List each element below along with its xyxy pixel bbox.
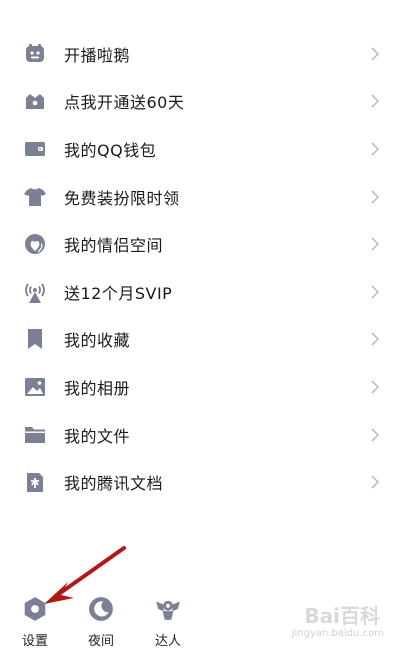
talent-label: 达人 [154, 634, 181, 649]
wallet-icon [22, 136, 48, 162]
watermark-logo: Bai百科 [304, 604, 380, 628]
chevron-right-icon [371, 428, 380, 442]
bookmark-icon [22, 326, 48, 352]
watermark-url: jingyan.baidu.com [291, 628, 384, 639]
menu-item-svip-gift[interactable]: 送12个月SVIP [0, 268, 400, 316]
chevron-right-icon [371, 94, 380, 108]
chevron-right-icon [371, 237, 380, 251]
winged-badge-icon [156, 600, 180, 620]
document-icon [22, 469, 48, 495]
menu-item-label: 点我开通送60天 [64, 93, 185, 113]
menu-item-label: 开播啦鹅 [64, 45, 131, 65]
broadcast-tower-icon [22, 279, 48, 305]
gear-icon [24, 597, 46, 621]
chevron-right-icon [371, 380, 380, 394]
settings-button[interactable]: 设置 [7, 592, 63, 652]
menu-item-label: 我的QQ钱包 [64, 140, 157, 160]
talent-button[interactable]: 达人 [140, 592, 196, 652]
menu-item-tencent-docs[interactable]: 我的腾讯文档 [0, 458, 400, 506]
side-menu: 开播啦鹅 点我开通送60天 我的QQ钱包 免费装扮限时领 我的情侣空间 送12个… [0, 30, 400, 506]
chevron-right-icon [371, 475, 380, 489]
menu-item-free-outfit[interactable]: 免费装扮限时领 [0, 173, 400, 221]
moon-icon [89, 597, 113, 621]
night-mode-label: 夜间 [87, 634, 114, 649]
photo-icon [22, 374, 48, 400]
crown-bag-icon [22, 88, 48, 114]
folder-icon [22, 422, 48, 448]
menu-item-label: 我的相册 [64, 378, 131, 398]
menu-item-album[interactable]: 我的相册 [0, 363, 400, 411]
menu-item-live[interactable]: 开播啦鹅 [0, 30, 400, 78]
heart-bubble-icon [22, 231, 48, 257]
menu-item-couple-space[interactable]: 我的情侣空间 [0, 220, 400, 268]
menu-item-label: 我的腾讯文档 [64, 474, 164, 494]
menu-item-label: 送12个月SVIP [64, 283, 173, 303]
watermark: Bai百科 jingyan.baidu.com [260, 598, 390, 648]
menu-item-vip-offer[interactable]: 点我开通送60天 [0, 78, 400, 126]
chevron-right-icon [371, 332, 380, 346]
chevron-right-icon [371, 285, 380, 299]
chevron-right-icon [371, 190, 380, 204]
menu-item-files[interactable]: 我的文件 [0, 411, 400, 459]
settings-label: 设置 [21, 634, 48, 649]
tshirt-icon [22, 184, 48, 210]
chevron-right-icon [371, 142, 380, 156]
robot-face-icon [22, 41, 48, 67]
menu-item-wallet[interactable]: 我的QQ钱包 [0, 125, 400, 173]
night-mode-button[interactable]: 夜间 [73, 592, 129, 652]
menu-item-label: 我的收藏 [64, 331, 131, 351]
chevron-right-icon [371, 47, 380, 61]
menu-item-label: 我的文件 [64, 426, 131, 446]
menu-item-favorites[interactable]: 我的收藏 [0, 316, 400, 364]
menu-item-label: 免费装扮限时领 [64, 188, 180, 208]
menu-item-label: 我的情侣空间 [64, 236, 164, 256]
